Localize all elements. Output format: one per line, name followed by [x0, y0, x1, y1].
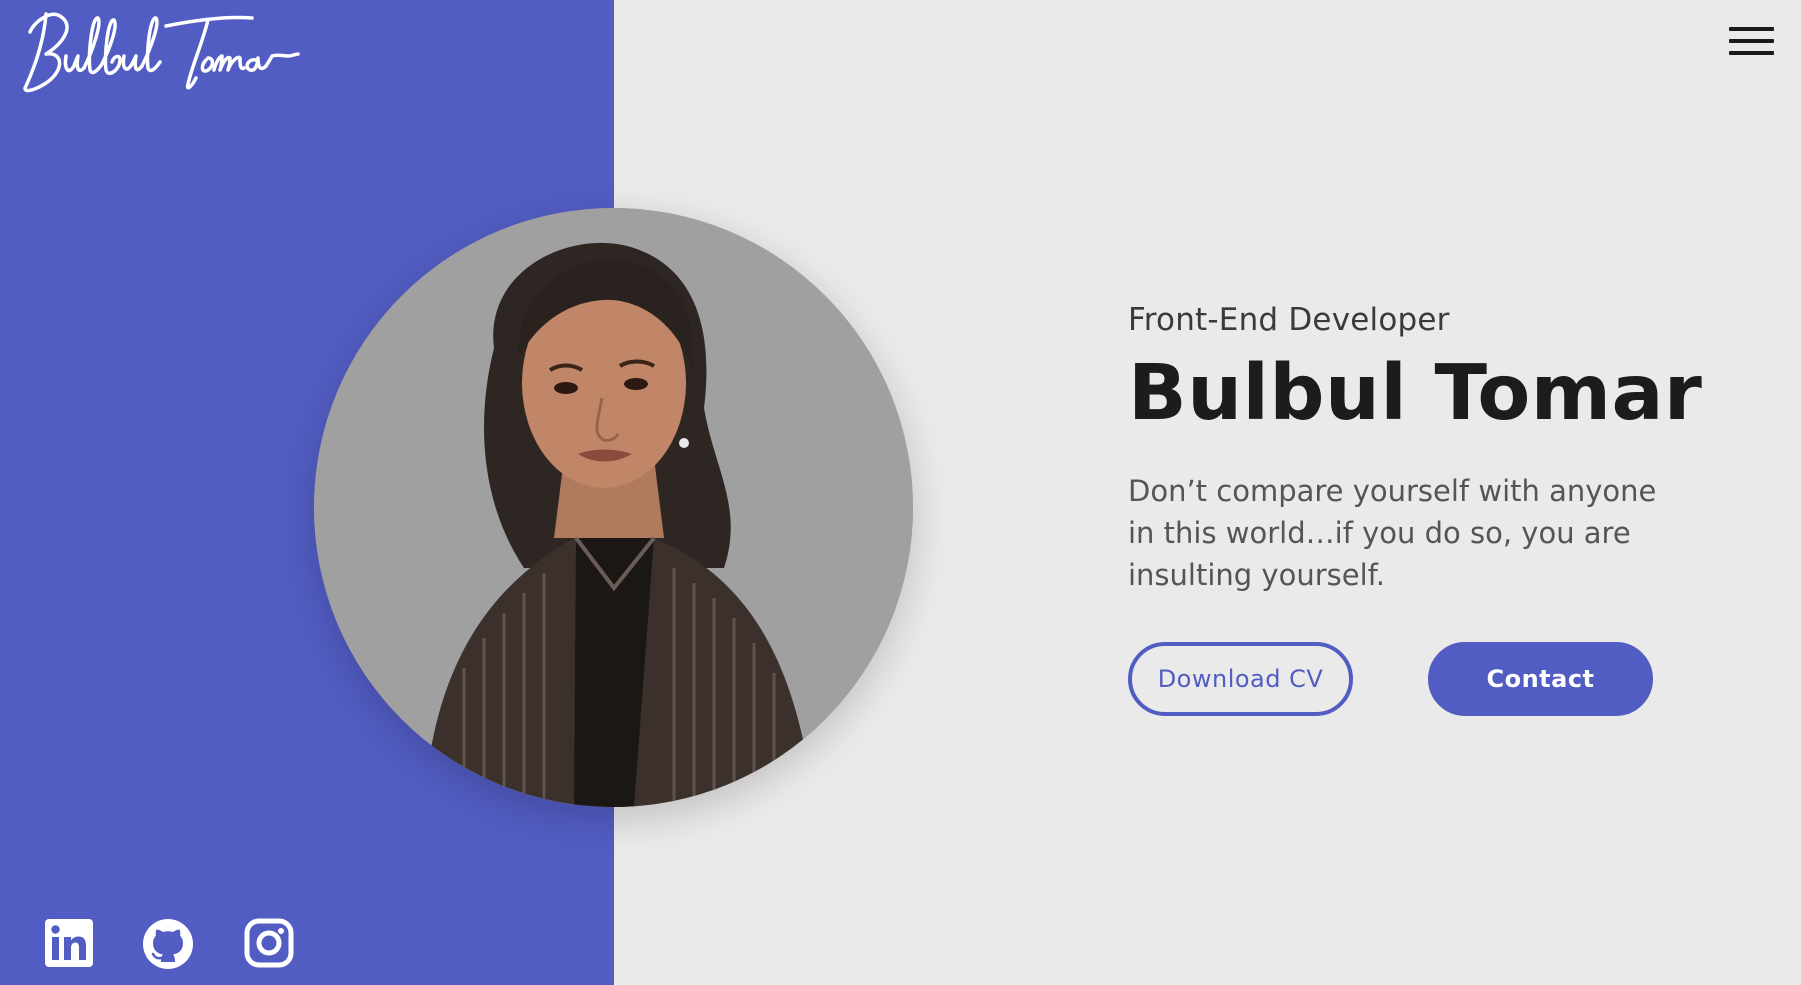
github-icon[interactable]	[142, 918, 193, 969]
menu-line	[1729, 27, 1774, 31]
linkedin-icon[interactable]	[44, 918, 94, 968]
signature-logo	[23, 12, 300, 93]
hamburger-menu-icon[interactable]	[1720, 24, 1774, 64]
instagram-icon[interactable]	[244, 918, 294, 968]
menu-line	[1729, 51, 1774, 55]
portrait-illustration	[314, 208, 913, 807]
menu-line	[1729, 39, 1774, 43]
hero-quote: Don’t compare yourself with anyone in th…	[1128, 474, 1657, 592]
logo[interactable]	[16, 4, 306, 94]
person-name: Bulbul Tomar	[1128, 349, 1703, 438]
profile-photo	[314, 208, 913, 807]
hero-section: Front-End Developer Bulbul Tomar Don’t c…	[1128, 298, 1728, 596]
contact-button[interactable]: Contact	[1428, 642, 1653, 716]
download-cv-button[interactable]: Download CV	[1128, 642, 1353, 716]
page: Front-End Developer Bulbul Tomar Don’t c…	[0, 0, 1801, 985]
job-title: Front-End Developer	[1128, 302, 1450, 338]
